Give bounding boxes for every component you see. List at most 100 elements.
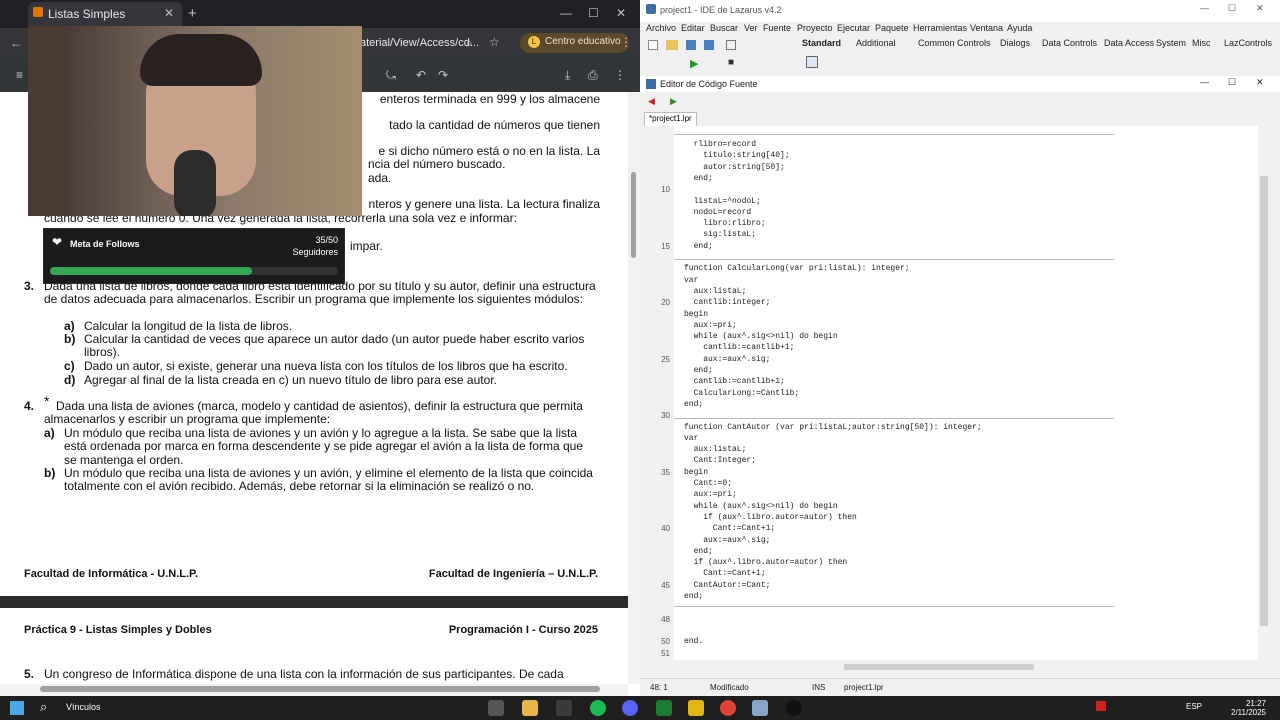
save-all-icon[interactable] [704,40,714,50]
sidebar-menu-icon[interactable]: ≡ [16,68,23,82]
code-line: autor:string[50]; [684,162,785,172]
editor-hscrollbar[interactable] [644,662,1270,672]
spotify-icon[interactable] [590,700,606,716]
palette-tab[interactable]: Data Controls [1042,38,1097,48]
stop-icon[interactable]: ■ [728,57,734,68]
palette-tab[interactable]: Common Controls [918,38,991,48]
file-tab[interactable]: *project1.lpr [644,112,697,126]
code-line: end; [684,546,713,556]
menu-ventana[interactable]: Ventana [970,23,1003,33]
lazarus-taskbar-icon[interactable] [752,700,768,716]
sub-letter: a) [44,426,55,440]
menu-ver[interactable]: Ver [744,23,758,33]
clock[interactable]: 21:27 2/11/2025 [1231,699,1266,717]
search-page-icon[interactable]: ⌕ [466,36,473,51]
palette-tab[interactable]: LazControls [1224,38,1272,48]
menu-ayuda[interactable]: Ayuda [1007,23,1032,33]
code-line: sig:listaL; [684,230,757,240]
pdf-more-icon[interactable]: ⋮ [614,68,626,82]
close-window-icon[interactable]: ✕ [616,6,626,20]
minimize-icon[interactable]: — [1200,77,1209,87]
menu-dots-icon[interactable]: ⋮ [620,35,632,49]
profile-chip[interactable]: L Centro educativo [520,33,629,53]
new-file-icon[interactable] [648,40,658,50]
obs-icon[interactable] [786,700,802,716]
store-icon[interactable] [556,700,572,716]
palette-tab[interactable]: Dialogs [1000,38,1030,48]
pdf-text-line: ada. [368,171,392,185]
code-line: cantlib:integer; [684,298,771,308]
minimize-icon[interactable]: — [1200,3,1209,13]
windows-start-icon[interactable] [10,701,24,715]
sub-text: Agregar al final de la lista creada en c… [84,373,497,387]
redo-icon[interactable]: ↷ [438,68,448,82]
page-separator [0,596,628,608]
maximize-icon[interactable]: ☐ [1228,77,1236,88]
discord-icon[interactable] [622,700,638,716]
line-number: 50 [661,637,670,647]
menu-editar[interactable]: Editar [681,23,705,33]
line-number: 35 [661,467,670,477]
new-tab-icon[interactable]: + [188,5,197,22]
close-window-icon[interactable]: ✕ [1256,3,1264,14]
open-folder-icon[interactable] [666,40,678,50]
forward-nav-icon[interactable]: ▶ [670,96,677,107]
item-number: 4. [24,399,35,413]
xbox-icon[interactable] [656,700,672,716]
close-window-icon[interactable]: ✕ [1256,77,1264,88]
clock-time: 21:27 [1245,699,1266,708]
goal-title: Meta de Follows [70,239,140,249]
palette-tab[interactable]: Standard [802,38,841,48]
editor-scrollbar[interactable] [1258,126,1270,660]
file-explorer-icon[interactable] [522,700,538,716]
vertical-scroll-thumb[interactable] [631,172,636,258]
ide-statusbar: 48: 1 Modificado INS project1.lpr [640,678,1280,696]
code-line: var [684,433,699,443]
close-tab-icon[interactable]: ✕ [164,6,174,20]
print-icon[interactable]: ⎙ [588,68,598,83]
palette-tab[interactable]: Additional [856,38,896,48]
run-icon[interactable]: ▶ [690,57,698,70]
code-line: end; [684,173,713,183]
pointer-tool-icon[interactable] [806,56,818,68]
maximize-icon[interactable]: ☐ [1228,3,1236,14]
undo-icon[interactable]: ↶ [416,68,426,82]
horizontal-scroll-thumb[interactable] [40,686,600,692]
code-line: cantlib:=cantlib+1; [684,343,795,353]
minimize-icon[interactable]: — [560,6,572,20]
item5-text: Un congreso de Informática dispone de un… [44,667,564,681]
header-right: Programación I - Curso 2025 [448,624,598,636]
chrome-icon[interactable] [720,700,736,716]
search-icon[interactable]: ⌕ [40,699,47,715]
palette-tab[interactable]: Data Access [1104,38,1154,48]
code-line: end; [684,366,713,375]
save-icon[interactable] [686,40,696,50]
bookmark-star-icon[interactable]: ☆ [489,35,500,49]
maximize-icon[interactable]: ☐ [588,6,599,20]
palette-tab[interactable]: Misc [1192,38,1211,48]
palette-tab[interactable]: System [1156,38,1186,48]
app-icon[interactable] [688,700,704,716]
menu-ejecutar[interactable]: Ejecutar [837,23,870,33]
editor-scroll-thumb[interactable] [1260,176,1268,626]
menu-proyecto[interactable]: Proyecto [797,23,833,33]
code-editor[interactable]: rlibro=record titulo:string[40]; autor:s… [674,126,1258,660]
back-icon[interactable]: ← [10,36,22,50]
language-indicator[interactable]: ESP [1186,702,1202,711]
menu-herramientas[interactable]: Herramientas [913,23,967,33]
toggle-form-icon[interactable] [726,40,736,50]
browser-tab[interactable]: Listas Simples ✕ [28,2,182,26]
tray-icon[interactable] [1096,701,1106,711]
rotate-icon[interactable]: ⤿ [386,68,396,83]
line-number: 15 [661,241,670,251]
code-line: Cant:=Cant+1; [684,569,766,579]
menu-archivo[interactable]: Archivo [646,23,676,33]
menu-buscar[interactable]: Buscar [710,23,738,33]
menu-fuente[interactable]: Fuente [763,23,791,33]
back-nav-icon[interactable]: ◀ [648,96,655,107]
editor-hscroll-thumb[interactable] [844,664,1034,670]
task-view-icon[interactable] [488,700,504,716]
download-icon[interactable]: ⤓ [565,68,570,83]
menu-paquete[interactable]: Paquete [875,23,909,33]
item-number: 5. [24,667,35,681]
